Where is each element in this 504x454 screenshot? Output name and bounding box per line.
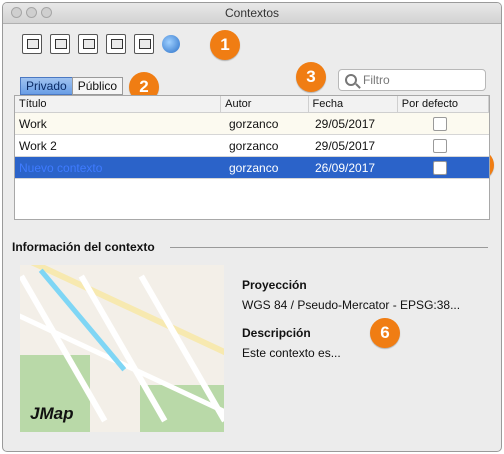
default-checkbox[interactable]	[433, 138, 447, 153]
filter-placeholder: Filtro	[363, 73, 390, 87]
cell-title: Nuevo contexto	[19, 160, 103, 175]
refresh-context-icon[interactable]	[134, 34, 154, 54]
window-controls	[11, 7, 52, 18]
zoom-window-button[interactable]	[41, 7, 52, 18]
description-value: Este contexto es...	[242, 346, 341, 360]
delete-context-icon[interactable]	[78, 34, 98, 54]
filter-search-field[interactable]: Filtro	[338, 69, 486, 91]
settings-context-icon[interactable]	[106, 34, 126, 54]
save-context-icon[interactable]	[50, 34, 70, 54]
info-panel: Proyección WGS 84 / Pseudo-Mercator - EP…	[242, 278, 460, 312]
projection-value: WGS 84 / Pseudo-Mercator - EPSG:38...	[242, 298, 461, 312]
callout-badge-1: 1	[210, 30, 240, 60]
cell-date: 29/05/2017	[315, 138, 376, 153]
header-default[interactable]: Por defecto	[398, 96, 489, 112]
cell-default	[399, 138, 489, 153]
window-title: Contextos	[224, 6, 280, 20]
table-header: Título Autor Fecha Por defecto	[15, 96, 489, 113]
new-context-icon[interactable]	[22, 34, 42, 54]
header-title[interactable]: Título	[15, 96, 222, 112]
cell-title: Work	[19, 116, 47, 131]
default-checkbox[interactable]	[433, 160, 447, 175]
cell-title: Work 2	[19, 138, 57, 153]
callout-badge-3: 3	[296, 62, 326, 92]
description-panel: Descripción Este contexto es...	[242, 326, 341, 360]
title-bar: Contextos	[3, 3, 501, 24]
default-checkbox[interactable]	[433, 116, 447, 131]
tab-public[interactable]: Público	[71, 77, 124, 95]
cell-date: 26/09/2017	[315, 160, 376, 175]
cell-date: 29/05/2017	[315, 116, 376, 131]
toolbar	[22, 34, 180, 54]
cell-default	[399, 116, 489, 131]
table-row-selected[interactable]: Nuevo contexto gorzanco 26/09/2017	[15, 157, 489, 179]
map-preview: JMap	[20, 265, 224, 432]
table-row[interactable]: Work gorzanco 29/05/2017	[15, 113, 489, 135]
cell-author: gorzanco	[229, 160, 279, 175]
section-divider	[170, 247, 488, 248]
minimize-window-button[interactable]	[26, 7, 37, 18]
visibility-tabs: Privado Público	[20, 77, 124, 95]
search-icon	[345, 74, 357, 86]
cell-default	[399, 160, 489, 175]
apply-context-icon[interactable]	[162, 35, 180, 53]
map-brand-logo: JMap	[30, 404, 74, 423]
callout-badge-6: 6	[370, 318, 400, 348]
projection-label: Proyección	[242, 278, 307, 292]
header-date[interactable]: Fecha	[309, 96, 398, 112]
contexts-table: Título Autor Fecha Por defecto Work gorz…	[14, 95, 490, 220]
description-label: Descripción	[242, 326, 311, 340]
cell-author: gorzanco	[229, 138, 279, 153]
close-window-button[interactable]	[11, 7, 22, 18]
section-title: Información del contexto	[12, 240, 155, 254]
header-author[interactable]: Autor	[221, 96, 309, 112]
cell-author: gorzanco	[229, 116, 279, 131]
table-row[interactable]: Work 2 gorzanco 29/05/2017	[15, 135, 489, 157]
tab-private[interactable]: Privado	[20, 77, 73, 95]
